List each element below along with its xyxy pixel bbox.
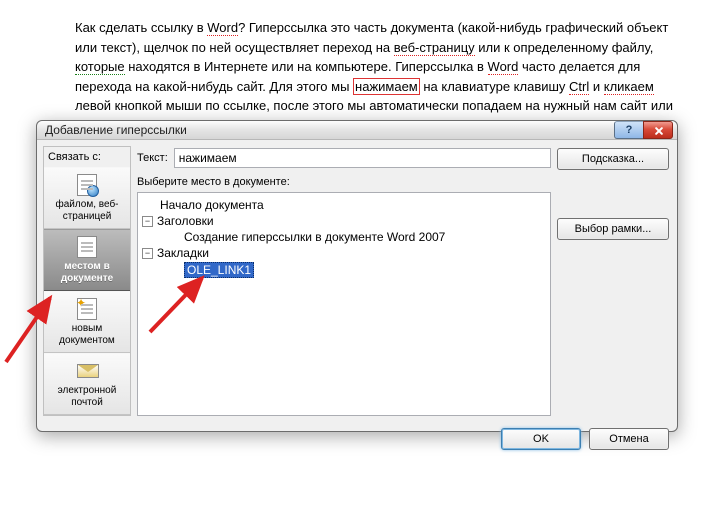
- ok-button[interactable]: OK: [501, 428, 581, 450]
- globe-icon: [87, 185, 99, 197]
- tree-item-heading-child[interactable]: Создание гиперссылки в документе Word 20…: [140, 229, 548, 245]
- select-place-label: Выберите место в документе:: [137, 174, 551, 192]
- screentip-button[interactable]: Подсказка...: [557, 148, 669, 170]
- titlebar[interactable]: Добавление гиперссылки ?: [37, 121, 677, 140]
- linkto-file-web[interactable]: файлом, веб-страницей: [44, 167, 130, 229]
- linkto-place-in-doc[interactable]: местом в документе: [44, 229, 130, 291]
- tree-item-bookmark-child[interactable]: OLE_LINK1: [140, 261, 548, 279]
- tree-item-headings[interactable]: − Заголовки: [140, 213, 548, 229]
- linkto-new-doc[interactable]: ✦ новым документом: [44, 291, 130, 353]
- dialog-footer: OK Отмена: [37, 424, 677, 458]
- tree-item-top[interactable]: Начало документа: [140, 197, 548, 213]
- selected-word: нажимаем: [353, 78, 420, 95]
- tree-item-bookmarks[interactable]: − Закладки: [140, 245, 548, 261]
- page-icon: [77, 174, 97, 196]
- tree-toggle-icon[interactable]: −: [142, 248, 153, 259]
- linkto-email[interactable]: электронной почтой: [44, 353, 130, 415]
- help-button[interactable]: ?: [614, 121, 644, 139]
- link-to-panel: Связать с: файлом, веб-страницей местом …: [43, 146, 131, 416]
- new-star-icon: ✦: [76, 297, 86, 311]
- target-frame-button[interactable]: Выбор рамки...: [557, 218, 669, 240]
- text-label: Текст:: [137, 152, 168, 164]
- envelope-icon: [77, 360, 97, 382]
- page-icon: ✦: [77, 298, 97, 320]
- cancel-button[interactable]: Отмена: [589, 428, 669, 450]
- center-panel: Текст: Выберите место в документе: Начал…: [137, 146, 551, 416]
- text-to-display-input[interactable]: [174, 148, 551, 168]
- insert-hyperlink-dialog: Добавление гиперссылки ? Связать с: файл…: [36, 120, 678, 432]
- link-to-label: Связать с:: [44, 147, 130, 167]
- page-icon: [77, 236, 97, 258]
- document-tree[interactable]: Начало документа − Заголовки Создание ги…: [137, 192, 551, 416]
- selected-tree-item: OLE_LINK1: [184, 262, 254, 278]
- tree-toggle-icon[interactable]: −: [142, 216, 153, 227]
- dialog-title: Добавление гиперссылки: [45, 123, 614, 137]
- close-button[interactable]: [643, 121, 673, 139]
- right-button-panel: Подсказка... Выбор рамки...: [557, 146, 669, 416]
- document-text: Как сделать ссылку в Word? Гиперссылка э…: [75, 18, 685, 116]
